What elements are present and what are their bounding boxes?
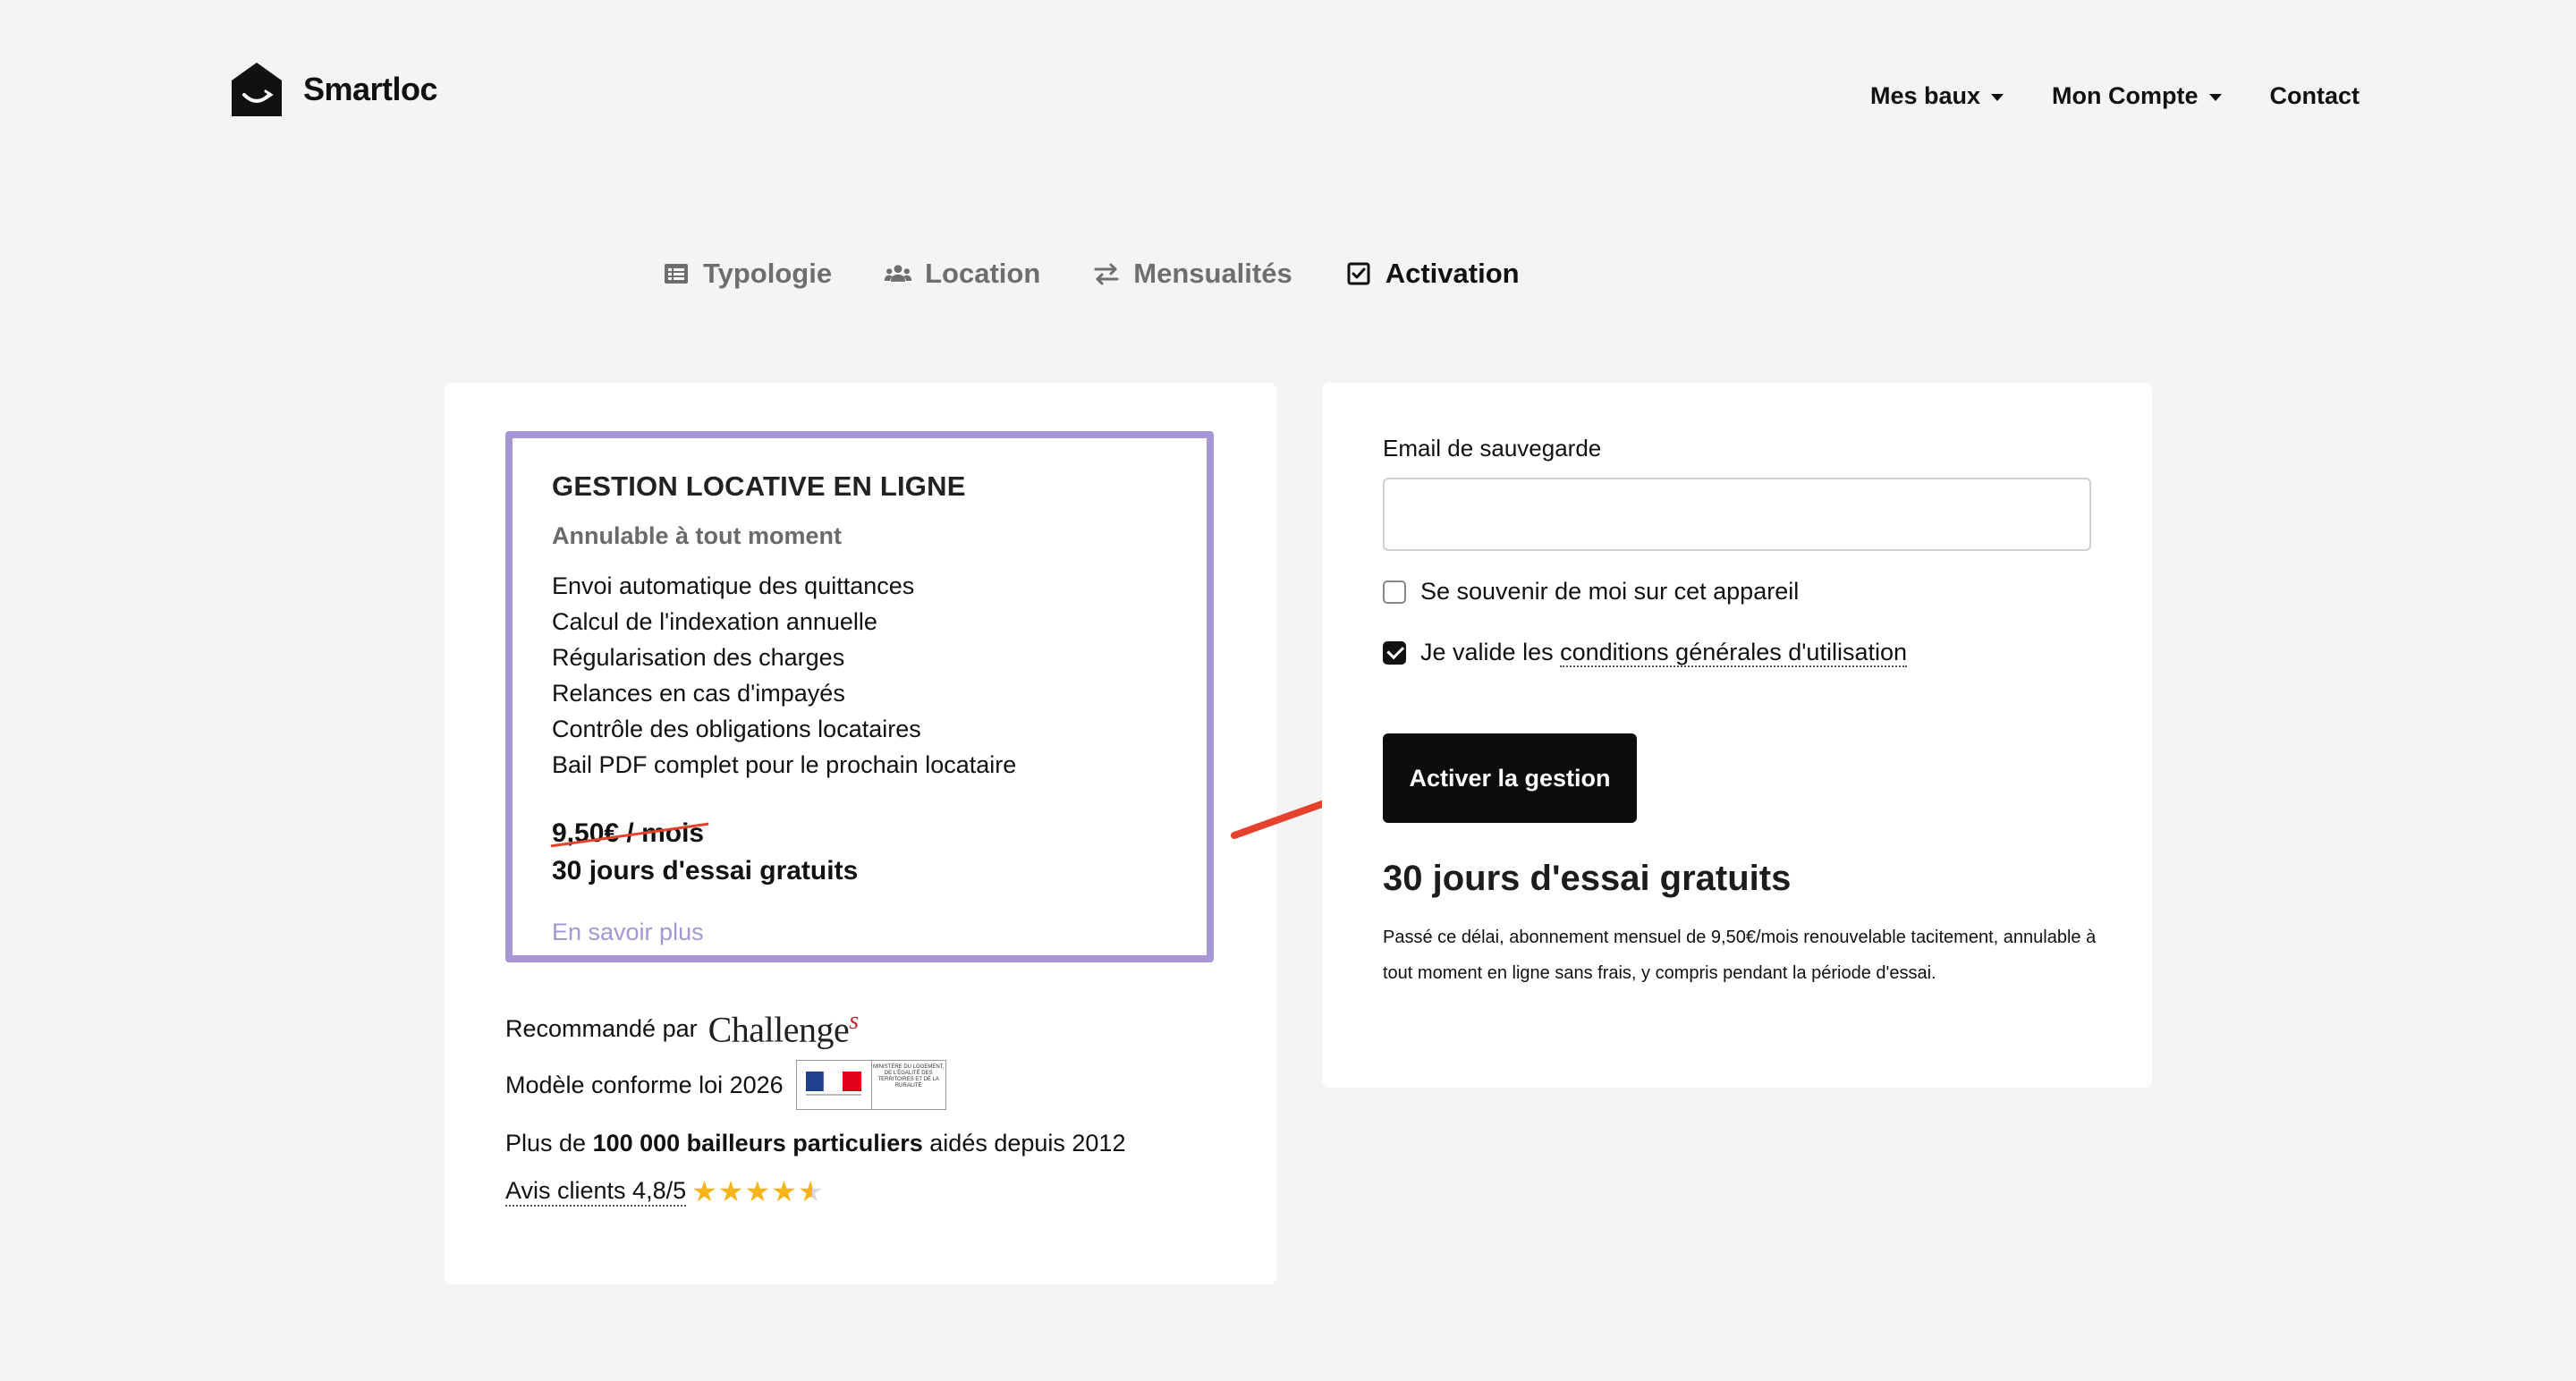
ministry-badge: MINISTÈRE DU LOGEMENT, DE L'ÉGALITÉ DES … — [795, 1060, 946, 1110]
brand-logo[interactable]: Smartloc — [226, 59, 438, 120]
recommended-label: Recommandé par — [505, 1014, 698, 1042]
star-icon: ★ — [771, 1175, 797, 1207]
feature-list: Envoi automatique des quittances Calcul … — [552, 568, 1167, 783]
rating-row[interactable]: Avis clients 4,8/5 ★ ★ ★ ★ ★ — [505, 1172, 1221, 1211]
step-mensualites-label: Mensualités — [1133, 258, 1292, 289]
checkbox-icon — [1347, 262, 1370, 285]
french-flag-icon — [797, 1061, 872, 1109]
learn-more-link[interactable]: En savoir plus — [552, 919, 704, 946]
step-mensualites[interactable]: Mensualités — [1092, 258, 1292, 290]
email-label: Email de sauvegarde — [1383, 435, 1602, 462]
trial-title: 30 jours d'essai gratuits — [1383, 859, 1792, 898]
feature-item: Contrôle des obligations locataires — [552, 716, 921, 742]
star-icon: ★ — [744, 1175, 771, 1207]
feature-item: Régularisation des charges — [552, 644, 845, 671]
step-activation[interactable]: Activation — [1344, 258, 1520, 290]
old-price: 9,50€ / mois — [552, 818, 705, 848]
star-icon: ★ — [691, 1175, 717, 1207]
caret-down-icon — [1991, 93, 2004, 101]
plan-subtitle: Annulable à tout moment — [552, 522, 842, 549]
exchange-icon — [1094, 263, 1119, 285]
recommended-row: Recommandé par Challenges — [505, 1002, 1221, 1055]
step-activation-label: Activation — [1385, 258, 1520, 289]
rating-label[interactable]: Avis clients 4,8/5 — [505, 1177, 687, 1207]
trust-section: Recommandé par Challenges Modèle conform… — [505, 1002, 1221, 1211]
caret-down-icon — [2208, 93, 2222, 101]
conform-label: Modèle conforme loi 2026 — [505, 1071, 784, 1098]
bailleurs-suffix: aidés depuis 2012 — [922, 1129, 1126, 1156]
cgu-checkbox[interactable] — [1383, 640, 1406, 665]
brand-name: Smartloc — [303, 71, 438, 107]
remember-label: Se souvenir de moi sur cet appareil — [1420, 578, 1800, 605]
subscription-notice: Passé ce délai, abonnement mensuel de 9,… — [1383, 928, 2097, 983]
feature-item: Envoi automatique des quittances — [552, 572, 915, 599]
house-logo-icon — [232, 63, 282, 116]
step-location-label: Location — [925, 258, 1041, 289]
challenges-logo: Challenges — [708, 1006, 860, 1050]
list-icon — [665, 264, 688, 284]
star-icon: ★ — [717, 1175, 744, 1207]
cgu-prefix: Je valide les — [1420, 639, 1561, 665]
feature-item: Bail PDF complet pour le prochain locata… — [552, 751, 1017, 778]
cgu-link[interactable]: conditions générales d'utilisation — [1560, 639, 1907, 667]
nav-contact[interactable]: Contact — [2270, 82, 2360, 110]
cgu-checkbox-row[interactable]: Je valide les conditions générales d'uti… — [1383, 639, 1907, 667]
step-typologie[interactable]: Typologie — [662, 258, 832, 290]
ministry-text: MINISTÈRE DU LOGEMENT, DE L'ÉGALITÉ DES … — [873, 1064, 945, 1089]
nav-contact-label: Contact — [2269, 82, 2360, 109]
star-half-icon: ★ — [797, 1175, 824, 1207]
step-location[interactable]: Location — [884, 258, 1040, 290]
users-icon — [884, 265, 912, 282]
plan-card: GESTION LOCATIVE EN LIGNE Annulable à to… — [445, 383, 1276, 1284]
remember-checkbox-row[interactable]: Se souvenir de moi sur cet appareil — [1383, 578, 1799, 606]
plan-title: GESTION LOCATIVE EN LIGNE — [552, 470, 966, 502]
nav-mon-compte[interactable]: Mon Compte — [2052, 82, 2222, 110]
rating-stars: ★ ★ ★ ★ ★ — [691, 1177, 823, 1206]
bailleurs-prefix: Plus de — [505, 1129, 593, 1156]
nav-mes-baux[interactable]: Mes baux — [1870, 82, 2004, 110]
bailleurs-row: Plus de 100 000 bailleurs particuliers a… — [505, 1114, 1221, 1172]
feature-item: Relances en cas d'impayés — [552, 680, 845, 707]
conform-row: Modèle conforme loi 2026 MINISTÈRE DU LO… — [505, 1055, 1221, 1114]
bailleurs-count: 100 000 bailleurs particuliers — [592, 1129, 923, 1156]
activate-button[interactable]: Activer la gestion — [1383, 733, 1637, 823]
cgu-label: Je valide les conditions générales d'uti… — [1420, 639, 1907, 667]
challenges-logo-text: Challenge — [708, 1009, 850, 1050]
activation-form: Email de sauvegarde Se souvenir de moi s… — [1322, 383, 2152, 1088]
plan-box: GESTION LOCATIVE EN LIGNE Annulable à to… — [505, 431, 1214, 962]
feature-item: Calcul de l'indexation annuelle — [552, 608, 877, 635]
top-nav: Mes baux Mon Compte Contact — [1870, 82, 2360, 110]
step-tabs: Typologie Location Mensualités Activatio… — [662, 258, 1520, 290]
challenges-logo-s: s — [849, 1006, 859, 1035]
plan-trial: 30 jours d'essai gratuits — [552, 856, 859, 885]
nav-mon-compte-label: Mon Compte — [2052, 82, 2199, 109]
remember-checkbox[interactable] — [1383, 580, 1406, 604]
nav-mes-baux-label: Mes baux — [1869, 82, 1981, 109]
email-input[interactable] — [1383, 478, 2091, 551]
step-typologie-label: Typologie — [703, 258, 833, 289]
